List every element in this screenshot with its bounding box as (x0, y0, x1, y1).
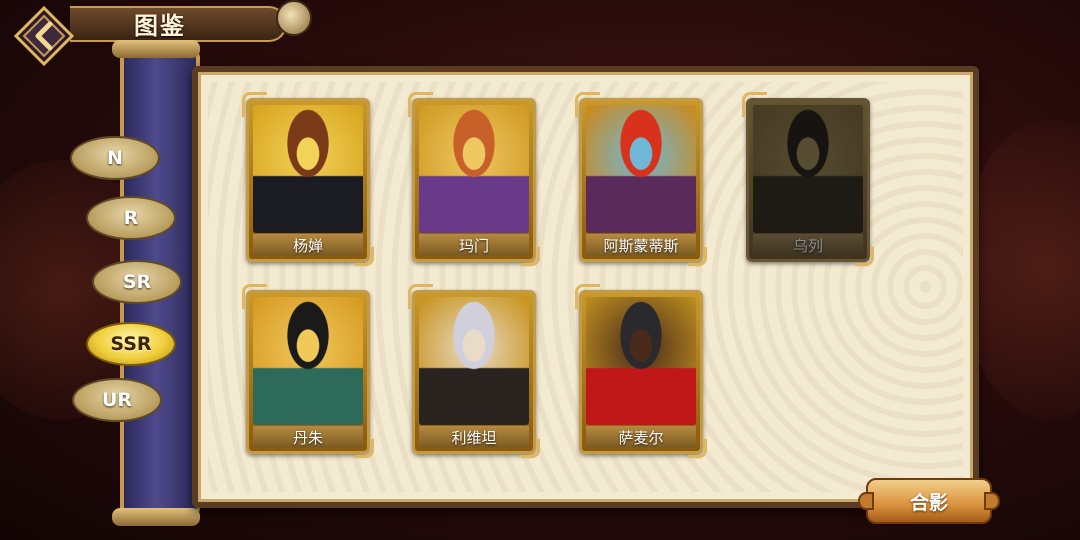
page-title: 图鉴 (134, 12, 186, 40)
frame-ornament (688, 439, 707, 458)
frame-ornament (855, 247, 874, 266)
group-photo-button[interactable]: 合影 (858, 478, 1000, 524)
character-portrait (419, 105, 529, 233)
chevron-left-icon (13, 5, 75, 67)
tab-label: SSR (110, 333, 152, 355)
frame-ornament (242, 92, 267, 117)
character-card-locked[interactable]: 乌列 (742, 92, 874, 266)
card-frame: 杨婵 (246, 98, 370, 262)
character-portrait (753, 105, 863, 233)
frame-ornament (742, 92, 767, 117)
character-name: 玛门 (419, 234, 529, 256)
character-name: 萨麦尔 (586, 426, 696, 448)
tab-label: SR (122, 271, 152, 293)
frame-ornament (575, 284, 600, 309)
group-photo-label: 合影 (909, 491, 948, 514)
character-portrait (253, 105, 363, 233)
character-card[interactable]: 玛门 (408, 92, 540, 266)
character-card[interactable]: 利维坦 (408, 284, 540, 458)
character-portrait (419, 297, 529, 425)
tab-label: R (123, 207, 139, 229)
character-card[interactable]: 萨麦尔 (575, 284, 707, 458)
rarity-tab-r[interactable]: R (86, 196, 176, 240)
card-frame: 丹朱 (246, 290, 370, 454)
card-frame: 阿斯蒙蒂斯 (579, 98, 703, 262)
frame-ornament (242, 284, 267, 309)
game-screen: 图鉴 N R SR SSR UR 杨婵 玛门 阿斯蒙蒂斯 乌列 丹朱 利维坦 萨… (0, 0, 1080, 540)
back-button[interactable] (13, 5, 75, 67)
character-portrait (586, 105, 696, 233)
rarity-tab-ssr[interactable]: SSR (86, 322, 176, 366)
character-name: 利维坦 (419, 426, 529, 448)
card-frame: 玛门 (412, 98, 536, 262)
frame-ornament (355, 439, 374, 458)
frame-ornament (521, 247, 540, 266)
rarity-tab-ur[interactable]: UR (72, 378, 162, 422)
character-card[interactable]: 杨婵 (242, 92, 374, 266)
tab-label: N (107, 147, 123, 169)
scroll-cap (112, 40, 200, 58)
frame-ornament (521, 439, 540, 458)
frame-ornament (408, 284, 433, 309)
rarity-tab-n[interactable]: N (70, 136, 160, 180)
card-frame: 乌列 (746, 98, 870, 262)
character-name: 乌列 (753, 234, 863, 256)
card-frame: 利维坦 (412, 290, 536, 454)
orb-icon (276, 0, 312, 36)
card-frame: 萨麦尔 (579, 290, 703, 454)
scroll-cap (112, 508, 200, 526)
frame-ornament (408, 92, 433, 117)
character-card[interactable]: 丹朱 (242, 284, 374, 458)
character-name: 丹朱 (253, 426, 363, 448)
frame-ornament (575, 92, 600, 117)
rarity-tab-sr[interactable]: SR (92, 260, 182, 304)
character-card[interactable]: 阿斯蒙蒂斯 (575, 92, 707, 266)
character-name: 阿斯蒙蒂斯 (586, 234, 696, 256)
frame-ornament (355, 247, 374, 266)
character-name: 杨婵 (253, 234, 363, 256)
character-portrait (586, 297, 696, 425)
tab-label: UR (101, 389, 133, 411)
character-portrait (253, 297, 363, 425)
frame-ornament (688, 247, 707, 266)
